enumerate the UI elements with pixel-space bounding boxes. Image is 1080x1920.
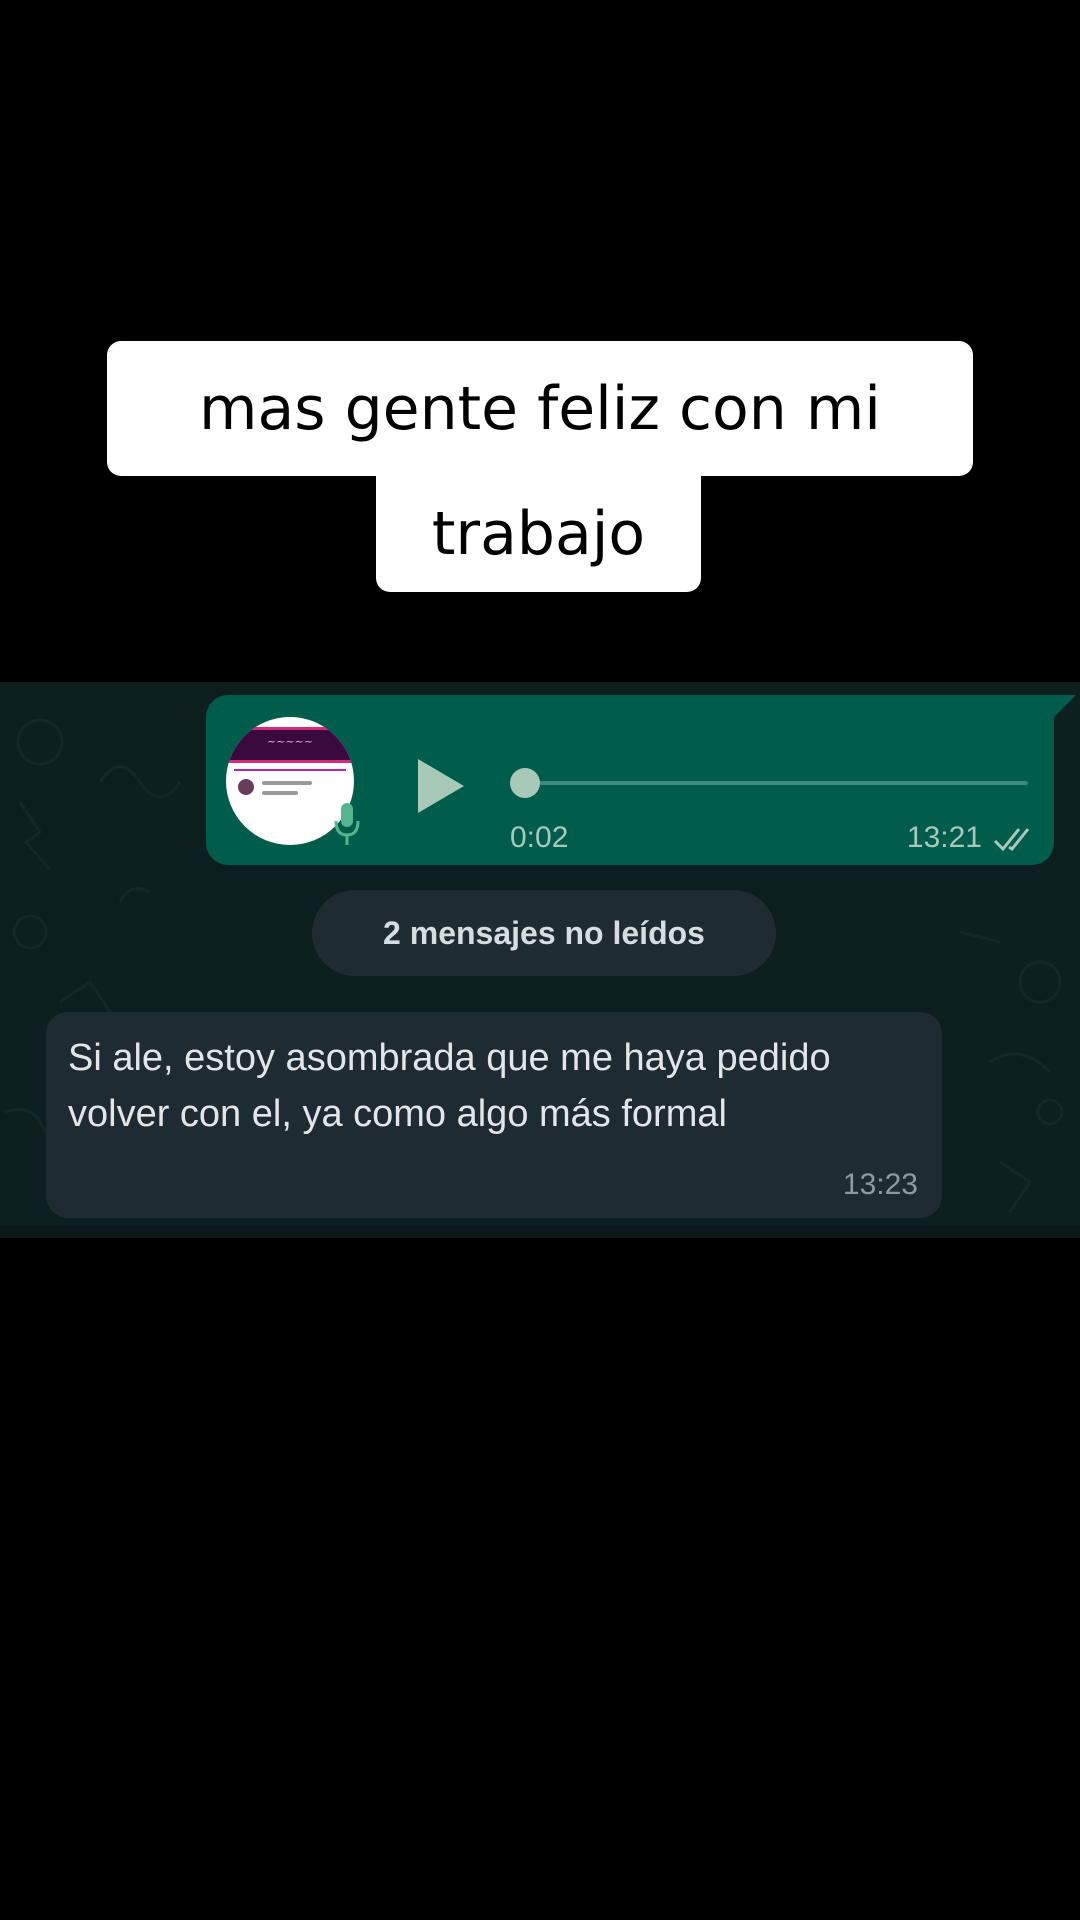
- avatar-text-line: [262, 781, 312, 785]
- voice-message-bubble: ~~~~~ 0:02 13:21: [206, 695, 1076, 865]
- chat-panel: ~~~~~ 0:02 13:21 2 mensajes no leídos Si…: [0, 682, 1080, 1238]
- unread-messages-banner: 2 mensajes no leídos: [312, 890, 776, 976]
- caption-text-2: trabajo: [431, 499, 646, 569]
- avatar-card-image: [234, 769, 346, 813]
- avatar-profile-dot: [238, 779, 254, 795]
- play-icon[interactable]: [414, 755, 468, 817]
- unread-messages-label: 2 mensajes no leídos: [383, 914, 705, 951]
- double-check-icon: [993, 828, 1030, 852]
- incoming-message-timestamp: 13:23: [842, 1168, 918, 1201]
- microphone-icon: [334, 803, 360, 845]
- audio-progress-knob[interactable]: [510, 768, 540, 798]
- caption-line-1: mas gente feliz con mi: [107, 341, 973, 476]
- avatar-banner-image: ~~~~~: [226, 727, 354, 763]
- incoming-message-text: Si ale, estoy asombrada que me haya pedi…: [68, 1037, 831, 1135]
- caption-line-2: trabajo: [376, 476, 701, 592]
- incoming-message-bubble[interactable]: Si ale, estoy asombrada que me haya pedi…: [46, 1012, 942, 1218]
- audio-progress-track[interactable]: [522, 781, 1028, 785]
- avatar-text-line: [262, 791, 298, 795]
- voice-duration: 0:02: [510, 821, 569, 854]
- chat-bottom-edge: [0, 1226, 1080, 1238]
- voice-timestamp: 13:21: [906, 821, 982, 854]
- caption-text-1: mas gente feliz con mi: [199, 373, 881, 444]
